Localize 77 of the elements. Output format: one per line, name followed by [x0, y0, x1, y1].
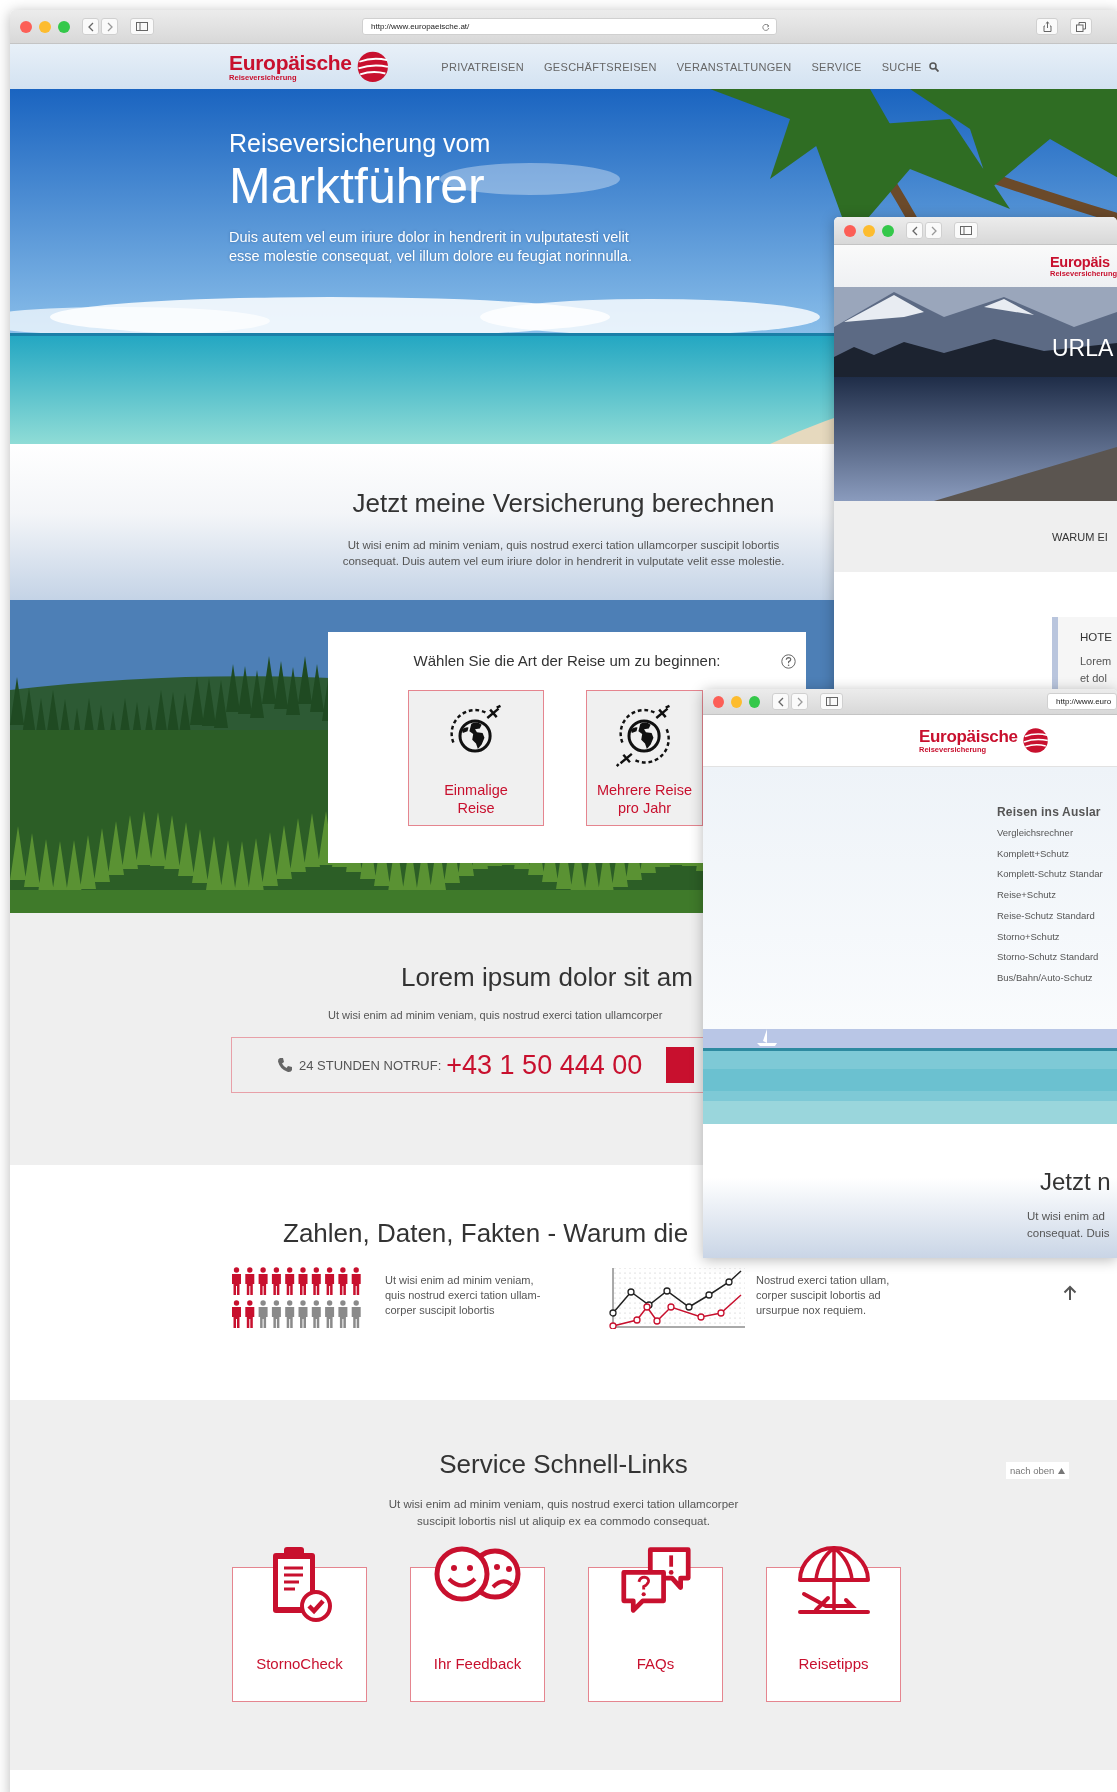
menu-item[interactable]: Vergleichsrechner: [997, 823, 1074, 844]
section-heading: Jetzt meine Versicherung berechnen: [352, 487, 775, 519]
menu-item[interactable]: Reise+Schutz: [997, 885, 1056, 906]
tabs-button[interactable]: [1070, 18, 1092, 35]
logo-wordmark: Europäische: [229, 51, 352, 73]
menu-item[interactable]: Komplett+Schutz: [997, 843, 1070, 865]
zoom-button[interactable]: [58, 20, 70, 33]
help-icon[interactable]: [781, 654, 796, 669]
url-field[interactable]: http://www.europaeische.at/: [362, 18, 777, 35]
section-text: Ut wisi enim ad minim veniam, quis nostrud exerci tation ullamcorper suscipit lobortis nisl ut aliquip ex ea commodo consequat.: [388, 1497, 739, 1529]
nav-link[interactable]: SERVICE: [811, 60, 862, 73]
forward-button[interactable]: [791, 693, 809, 710]
forward-button[interactable]: [101, 18, 118, 35]
search-icon: [928, 61, 939, 72]
chevron-left-icon: [776, 696, 785, 707]
nav-link[interactable]: GESCHÄFTSREISEN: [544, 60, 657, 73]
back-to-top-button[interactable]: nach oben: [1006, 1462, 1070, 1479]
back-button[interactable]: [772, 693, 790, 710]
chevron-right-icon: [795, 696, 804, 707]
card-text: Lorem: [1080, 654, 1112, 669]
umbrella-deckchair-icon: [795, 1544, 872, 1616]
nav-link[interactable]: VERANSTALTUNGEN: [676, 60, 792, 73]
question-text: Wählen Sie die Art der Reise um zu beginnen:: [413, 652, 721, 670]
reload-icon: [762, 22, 770, 31]
section-heading: Jetzt n: [1040, 1168, 1111, 1196]
trip-type-button[interactable]: Mehrere Reise pro Jahr: [586, 690, 703, 826]
menu-item[interactable]: Storno-Schutz Standard: [997, 947, 1099, 968]
sidebar-icon: [136, 22, 148, 31]
chevron-left-icon: [86, 21, 95, 32]
tabs-icon: [1076, 21, 1086, 32]
logo-wordmark: Europäische: [919, 727, 1018, 745]
fact-text: Ut wisi enim ad minim veniam, quis nostrud exerci tation ullam- corper suscipit lobortis: [385, 1273, 542, 1318]
sidebar-button[interactable]: [820, 693, 843, 710]
close-button[interactable]: [713, 695, 725, 708]
emergency-label: 24 STUNDEN NOTRUF:: [299, 1057, 442, 1073]
section-heading: WARUM EI: [1052, 530, 1108, 543]
close-button[interactable]: [20, 20, 32, 33]
minimize-button[interactable]: [39, 20, 51, 33]
menu-item[interactable]: Reise-Schutz Standard: [997, 905, 1095, 927]
phone-icon: [277, 1057, 293, 1073]
sphere-logo-icon: [355, 49, 390, 84]
trip-type-button[interactable]: Einmalige Reise: [408, 690, 544, 826]
smiley-faces-icon: [432, 1544, 523, 1604]
nav-link[interactable]: PRIVATREISEN: [441, 60, 524, 73]
chevron-right-icon: [105, 21, 114, 32]
submit-button[interactable]: [666, 1047, 695, 1083]
menu-item[interactable]: Komplett-Schutz Standar: [997, 864, 1103, 886]
menu-item[interactable]: Storno+Schutz: [997, 926, 1060, 948]
url-field[interactable]: http://www.euro: [1047, 693, 1117, 710]
triangle-up-icon: [1058, 1467, 1066, 1474]
section-text: Ut wisi enim ad minim veniam, quis nostrud exerci tation ullamcorper suscipit lobortis consequat. Duis autem vel eum iriure dolor in hendrerit in vulputate velit esse molestie.: [342, 538, 785, 569]
quick-link-button[interactable]: FAQs: [588, 1544, 723, 1702]
zoom-button[interactable]: [749, 695, 761, 708]
section-heading: Zahlen, Daten, Fakten - Warum die: [283, 1217, 689, 1249]
section-heading: Service Schnell-Links: [439, 1448, 688, 1480]
arrow-up-icon[interactable]: [1062, 1285, 1078, 1301]
menu-item[interactable]: Bus/Bahn/Auto-Schutz: [997, 967, 1093, 989]
search-link[interactable]: SUCHE: [881, 60, 939, 73]
menu-title: Reisen ins Auslar: [997, 805, 1101, 819]
quick-link-button[interactable]: Reisetipps: [766, 1544, 901, 1702]
section-text: Ut wisi enim ad consequat. Duis: [1027, 1209, 1110, 1241]
speech-bubbles-icon: [619, 1544, 692, 1616]
back-button[interactable]: [82, 18, 99, 35]
card-text: et dol: [1080, 671, 1107, 686]
sidebar-button[interactable]: [130, 18, 154, 35]
quick-link-button[interactable]: StornoCheck: [232, 1544, 367, 1702]
fact-text: Nostrud exerci tation ullam, corper suscipit lobortis ad ursurpue nox requiem.: [756, 1273, 891, 1318]
section-heading: Lorem ipsum dolor sit am: [401, 961, 693, 993]
section-text: Ut wisi enim ad minim veniam, quis nostrud exerci tation ullamcorper: [328, 1009, 663, 1021]
phone-number[interactable]: +43 1 50 444 00: [446, 1049, 643, 1081]
quick-link-button[interactable]: Ihr Feedback: [410, 1544, 545, 1702]
share-button[interactable]: [1036, 18, 1058, 35]
share-icon: [1042, 21, 1052, 32]
minimize-button[interactable]: [731, 695, 743, 708]
card-title: HOTE: [1080, 631, 1112, 643]
sidebar-icon: [825, 697, 838, 706]
sphere-logo-icon: [1021, 726, 1049, 755]
